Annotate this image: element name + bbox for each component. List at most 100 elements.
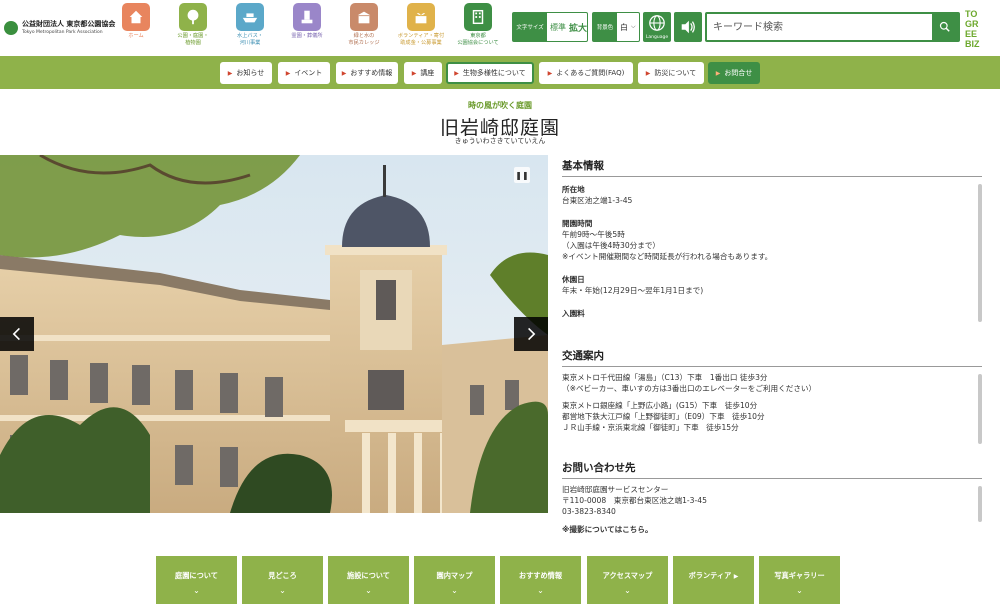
hours-line: （入園は午後4時30分まで） [562, 241, 661, 250]
tree-icon [179, 3, 207, 31]
fnav-garden[interactable]: 庭園について ⌄ [156, 556, 237, 604]
search-button[interactable] [932, 14, 958, 40]
nav-college[interactable]: 緑と水の 市民カレッジ [337, 3, 391, 53]
site-logo[interactable]: 公益財団法人 東京都公園協会 Tokyo Metropolitan Park A… [4, 18, 116, 40]
chevron-down-icon: ⌵ [631, 23, 636, 30]
gnav-contact[interactable]: ▶ お問合せ [708, 62, 760, 84]
gnav-biodiversity-label: 生物多様性について [462, 69, 526, 77]
gnav-disaster[interactable]: ▶ 防災について [638, 62, 704, 84]
speaker-button[interactable] [674, 12, 702, 42]
access-heading: 交通案内 [562, 348, 982, 367]
site-search [705, 12, 960, 42]
language-label: Language [645, 35, 669, 40]
gnav-faq[interactable]: ▶ よくあるご質問(FAQ) [539, 62, 633, 84]
slide-prev-button[interactable] [0, 317, 34, 351]
gnav-biodiversity[interactable]: ▶ 生物多様性について [446, 62, 534, 84]
chevron-down-icon: ⌄ [365, 586, 372, 595]
fnav-access[interactable]: アクセスマップ ⌄ [587, 556, 668, 604]
basic-info-heading: 基本情報 [562, 158, 982, 177]
font-size-large-button[interactable]: 拡大 [569, 21, 587, 34]
font-size-standard-button[interactable]: 標準 [547, 22, 569, 33]
access-panel[interactable]: 東京メトロ千代田線「湯島」（C13）下車 1番出口 徒歩3分 （※ベビーカー、車… [562, 372, 982, 454]
global-nav: ▶ お知らせ ▶ イベント ▶ おすすめ情報 ▶ 講座 ▶ 生物多様性について ▶ よくある… [0, 56, 1000, 89]
logo-text-en: Tokyo Metropolitan Park Association [22, 30, 103, 35]
contact-line: 〒110-0008 東京都台東区池之端1-3-45 [562, 496, 707, 505]
page-title-reading: きゅういわさきていていえん [454, 137, 546, 145]
access-line: ＪＲ山手線・京浜東北線「御徒町」下車 徒歩15分 [562, 423, 739, 432]
access-line: 東京メトロ千代田線「湯島」（C13）下車 1番出口 徒歩3分 [562, 373, 768, 382]
speaker-icon [681, 20, 695, 34]
fnav-highlights[interactable]: 見どころ ⌄ [242, 556, 323, 604]
nav-waterbus-label: 水上バス・ 河川事業 [237, 33, 263, 46]
home-icon [122, 3, 150, 31]
pause-button[interactable]: ❚❚ [514, 167, 530, 183]
nav-parks[interactable]: 公園・庭園・ 植物園 [166, 3, 220, 53]
access-line: （※ベビーカー、車いすの方は3番出口のエレベーターをご利用ください） [562, 384, 817, 393]
gnav-faq-label: よくあるご質問(FAQ) [556, 69, 625, 77]
basic-info-scrollbar[interactable] [978, 184, 982, 322]
hero-slideshow-image [0, 155, 548, 513]
hours-line: 午前9時～午後5時 [562, 230, 625, 239]
fnav-recommended-label: おすすめ情報 [518, 571, 563, 580]
logo-text-ja: 公益財団法人 東京都公園協会 [22, 20, 116, 28]
fnav-garden-label: 庭園について [175, 571, 218, 580]
fnav-map[interactable]: 園内マップ ⌄ [414, 556, 495, 604]
fnav-facilities[interactable]: 施設について ⌄ [328, 556, 409, 604]
nav-volunteer[interactable]: ボランティア・寄付 助成金・公募事業 [394, 3, 448, 53]
access-scrollbar[interactable] [978, 374, 982, 444]
bg-color-select[interactable]: 背景色 白 ⌵ [592, 12, 640, 42]
info-column: 基本情報 所在地 台東区池之端1-3-45 開園時間 午前9時～午後5時 （入園… [562, 158, 982, 536]
chevron-down-icon: ⌄ [279, 586, 286, 595]
pause-icon: ❚❚ [515, 170, 529, 180]
fnav-recommended[interactable]: おすすめ情報 ⌄ [500, 556, 581, 604]
nav-college-label: 緑と水の 市民カレッジ [348, 33, 380, 46]
nav-waterbus[interactable]: 水上バス・ 河川事業 [223, 3, 277, 53]
contact-heading: お問い合わせ先 [562, 460, 982, 479]
access-line: 都営地下鉄大江戸線「上野御徒町」（E09）下車 徒歩10分 [562, 412, 765, 421]
page-subtitle: 時の風が吹く庭園 [468, 101, 532, 110]
contact-scrollbar[interactable] [978, 486, 982, 522]
nav-cemetery[interactable]: 霊園・葬儀所 [280, 3, 334, 53]
address-label: 所在地 [562, 185, 585, 194]
search-input[interactable] [707, 14, 931, 40]
svg-text:GR: GR [965, 19, 979, 29]
gnav-courses-label: 講座 [420, 69, 435, 77]
nav-about[interactable]: 東京都 公園協会について [451, 3, 505, 53]
hours-label: 開園時間 [562, 219, 593, 228]
gnav-events-label: イベント [294, 69, 323, 77]
photo-policy-link[interactable]: ※撮影についてはこちら。 [562, 524, 982, 535]
fnav-access-label: アクセスマップ [602, 571, 653, 580]
font-size-title: 文字サイズ [513, 13, 547, 41]
fnav-highlights-label: 見どころ [268, 571, 297, 580]
chevron-down-icon: ⌄ [451, 586, 458, 595]
site-header: 公益財団法人 東京都公園協会 Tokyo Metropolitan Park A… [0, 0, 1000, 56]
gnav-recommended[interactable]: ▶ おすすめ情報 [336, 62, 398, 84]
contact-line: 旧岩崎邸庭園サービスセンター [562, 485, 669, 494]
chevron-right-icon [528, 327, 536, 341]
gnav-courses[interactable]: ▶ 講座 [404, 62, 442, 84]
basic-info-panel[interactable]: 所在地 台東区池之端1-3-45 開園時間 午前9時～午後5時 （入園は午後4時… [562, 182, 982, 342]
bg-color-value: 白 [620, 22, 628, 32]
language-button[interactable]: Language [643, 12, 671, 42]
gnav-events[interactable]: ▶ イベント [278, 62, 330, 84]
nav-parks-label: 公園・庭園・ 植物園 [177, 33, 209, 46]
address-value: 台東区池之端1-3-45 [562, 196, 633, 205]
nav-cemetery-label: 霊園・葬儀所 [291, 33, 323, 39]
fnav-volunteer-label: ボランティア ▶ [673, 571, 754, 581]
slide-next-button[interactable] [514, 317, 548, 351]
fee-label: 入園料 [562, 309, 585, 318]
fnav-map-label: 園内マップ [436, 571, 473, 580]
tokyo-green-biz-logo[interactable]: TO GR EE BIZ [962, 6, 990, 50]
gnav-news[interactable]: ▶ お知らせ [220, 62, 272, 84]
nav-home[interactable]: ホーム [109, 3, 163, 53]
svg-text:TO: TO [965, 9, 977, 19]
fnav-gallery[interactable]: 写真ギャラリー ⌄ [759, 556, 840, 604]
globe-icon [649, 15, 665, 31]
volunteer-icon [407, 3, 435, 31]
contact-panel[interactable]: 旧岩崎邸庭園サービスセンター 〒110-0008 東京都台東区池之端1-3-45… [562, 484, 982, 536]
gnav-recommended-label: おすすめ情報 [350, 69, 393, 77]
nav-volunteer-label: ボランティア・寄付 助成金・公募事業 [397, 33, 445, 46]
chevron-down-icon: ⌄ [537, 586, 544, 595]
closed-label: 休園日 [562, 275, 585, 284]
fnav-volunteer[interactable]: ボランティア ▶ [673, 556, 754, 604]
